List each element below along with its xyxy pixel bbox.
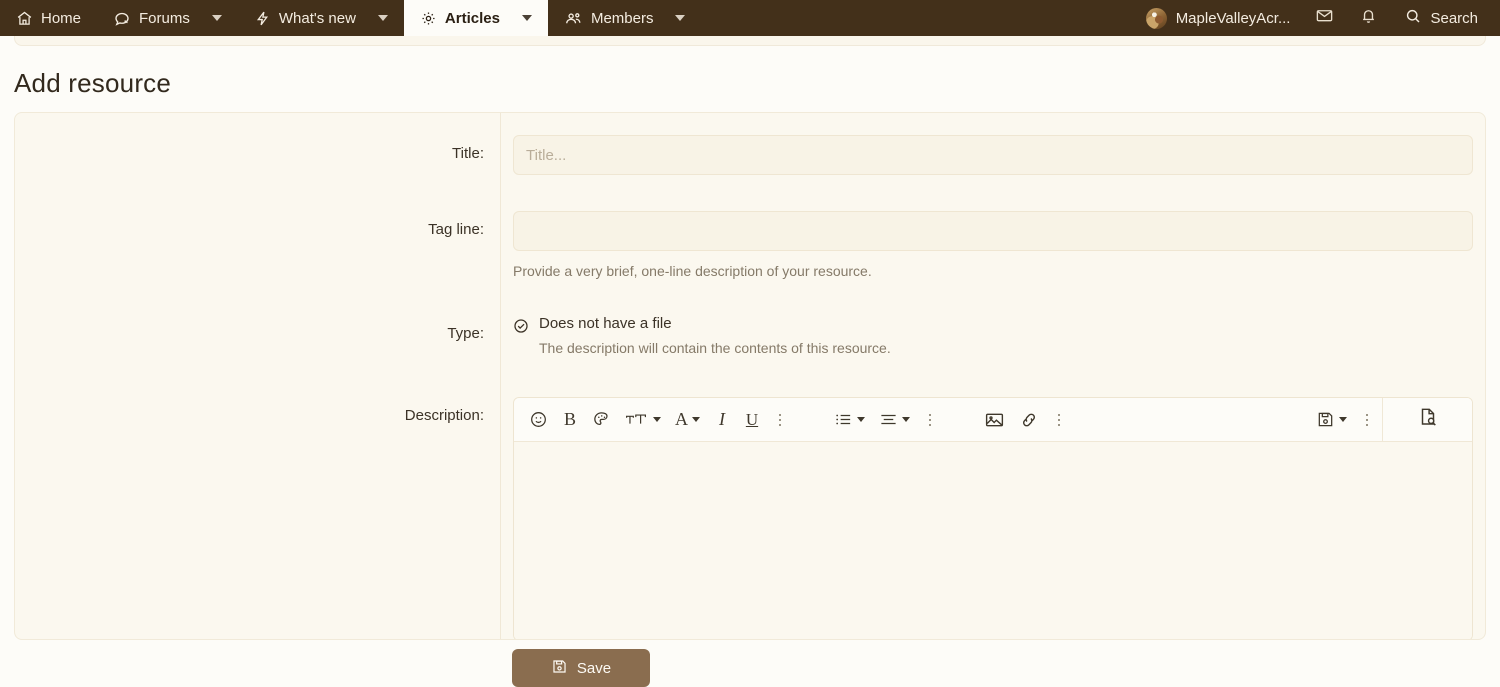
form-row-title: Title: (15, 135, 1485, 175)
nav-item-label: Members (590, 9, 654, 27)
font-size-icon[interactable] (618, 398, 668, 442)
page-title: Add resource (14, 68, 172, 98)
chevron-down-icon (857, 417, 865, 422)
username-label: MapleValleyAcr... (1175, 9, 1291, 27)
floppy-disk-icon (551, 658, 568, 679)
chevron-down-icon (902, 417, 910, 422)
rich-text-editor: B A I U (513, 397, 1473, 639)
toolbar-group-formatting: B A I U (522, 398, 793, 442)
editor-toolbar-main: B A I U (514, 398, 1309, 441)
align-icon[interactable] (872, 398, 917, 442)
chevron-down-icon[interactable] (377, 15, 388, 21)
form-row-description: Description: B A I U (15, 397, 1485, 639)
chevron-down-icon (653, 417, 661, 422)
tagline-hint: Provide a very brief, one-line descripti… (513, 263, 872, 279)
nav-item-articles[interactable]: Articles (403, 0, 548, 36)
bolt-icon (254, 10, 271, 27)
forums-icon (113, 9, 131, 27)
tagline-label: Tag line: (428, 221, 484, 238)
nav-item-label: What's new (278, 9, 356, 27)
chevron-down-icon[interactable] (675, 15, 686, 21)
type-option-description: The description will contain the content… (539, 340, 891, 356)
drafts-icon[interactable] (1309, 398, 1354, 442)
tagline-input[interactable] (513, 211, 1473, 251)
add-resource-form: Title: Tag line: Provide a very brief, o… (14, 112, 1486, 640)
nav-item-home[interactable]: Home (0, 0, 97, 36)
italic-label: I (719, 409, 725, 429)
search-icon (1404, 7, 1422, 29)
nav-item-whats-new[interactable]: What's new (238, 0, 404, 36)
palette-icon[interactable] (585, 398, 618, 442)
bullet-list-icon[interactable] (827, 398, 872, 442)
top-navigation-bar: Home Forums What's new Articles Members … (0, 0, 1500, 36)
chevron-down-icon (692, 417, 700, 422)
user-menu[interactable]: MapleValleyAcr... (1134, 0, 1303, 36)
form-row-type: Type: Does not have a file The descripti… (15, 315, 1485, 356)
bold-icon[interactable]: B (555, 398, 585, 442)
more-options-icon[interactable] (767, 398, 793, 442)
type-option-label: Does not have a file (539, 315, 672, 332)
more-options-icon[interactable] (1046, 398, 1072, 442)
form-row-tagline: Tag line: Provide a very brief, one-line… (15, 211, 1485, 279)
save-button[interactable]: Save (512, 649, 650, 687)
italic-icon[interactable]: I (707, 398, 737, 442)
bold-label: B (563, 409, 576, 429)
type-label: Type: (447, 325, 484, 342)
more-options-icon[interactable] (1354, 398, 1380, 442)
save-button-label: Save (576, 659, 612, 677)
description-editor-body[interactable] (514, 442, 1472, 639)
description-label: Description: (404, 407, 484, 424)
nav-item-label: Forums (139, 9, 190, 27)
type-option-no-file[interactable]: Does not have a file The description wil… (513, 315, 1474, 356)
editor-toolbar: B A I U (514, 398, 1472, 442)
insert-link-icon[interactable] (1012, 398, 1046, 442)
title-label: Title: (452, 145, 484, 162)
chevron-down-icon (1339, 417, 1347, 422)
check-circle-icon (513, 318, 529, 339)
inbox-button[interactable] (1302, 0, 1346, 36)
nav-item-label: Home (41, 9, 82, 27)
nav-secondary-items: MapleValleyAcr... Search (1134, 0, 1500, 36)
members-icon (564, 9, 583, 28)
more-options-icon[interactable] (917, 398, 943, 442)
chevron-down-icon[interactable] (211, 15, 222, 21)
text-color-label: A (675, 409, 688, 429)
insert-image-icon[interactable] (977, 398, 1012, 442)
chevron-down-icon[interactable] (521, 15, 532, 21)
search-button[interactable]: Search (1390, 0, 1488, 36)
toolbar-group-paragraph (827, 398, 943, 442)
nav-primary-items: Home Forums What's new Articles Members (0, 0, 701, 36)
toolbar-group-insert (977, 398, 1072, 442)
search-label: Search (1430, 9, 1478, 27)
preview-icon (1417, 406, 1439, 433)
alerts-button[interactable] (1346, 0, 1390, 36)
editor-toolbar-right (1309, 398, 1382, 441)
nav-item-members[interactable]: Members (548, 0, 702, 36)
title-input[interactable] (513, 135, 1473, 175)
bell-icon (1359, 6, 1378, 30)
emoji-icon[interactable] (522, 398, 555, 442)
home-icon (16, 10, 33, 27)
gear-icon (420, 10, 437, 27)
form-footer: Save (14, 641, 1486, 687)
underline-icon[interactable]: U (737, 398, 767, 442)
underline-label: U (745, 409, 759, 429)
text-color-icon[interactable]: A (668, 398, 707, 442)
envelope-icon (1315, 6, 1334, 30)
nav-item-forums[interactable]: Forums (97, 0, 238, 36)
nav-item-label: Articles (444, 9, 500, 27)
avatar (1145, 7, 1167, 29)
preview-button[interactable] (1382, 398, 1472, 441)
